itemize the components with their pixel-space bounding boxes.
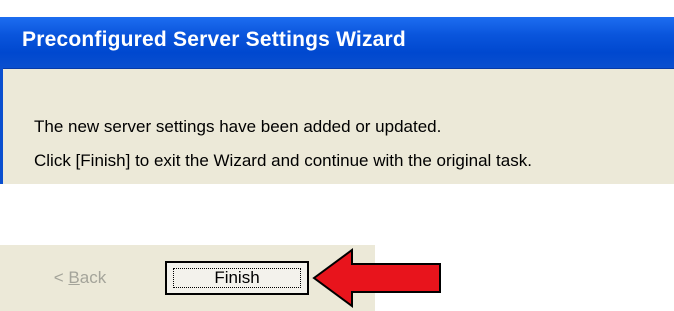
back-button[interactable]: < Back (24, 261, 136, 295)
back-button-prefix: < (53, 268, 69, 287)
wizard-left-border (0, 68, 3, 184)
arrow-shape (312, 248, 441, 308)
wizard-top-strip (0, 0, 674, 17)
red-arrow-left-icon (312, 248, 441, 308)
wizard-title: Preconfigured Server Settings Wizard (22, 28, 406, 51)
finish-button[interactable]: Finish (165, 261, 309, 295)
back-button-mnemonic: B (68, 268, 80, 287)
wizard-message-line-1: The new server settings have been added … (34, 117, 442, 136)
wizard-dialog: Preconfigured Server Settings Wizard The… (0, 0, 674, 184)
finish-button-label: Finish (214, 268, 260, 287)
wizard-message-line-2: Click [Finish] to exit the Wizard and co… (34, 151, 532, 170)
wizard-header-bar: Preconfigured Server Settings Wizard (0, 17, 674, 69)
back-button-rest: ack (79, 268, 107, 287)
